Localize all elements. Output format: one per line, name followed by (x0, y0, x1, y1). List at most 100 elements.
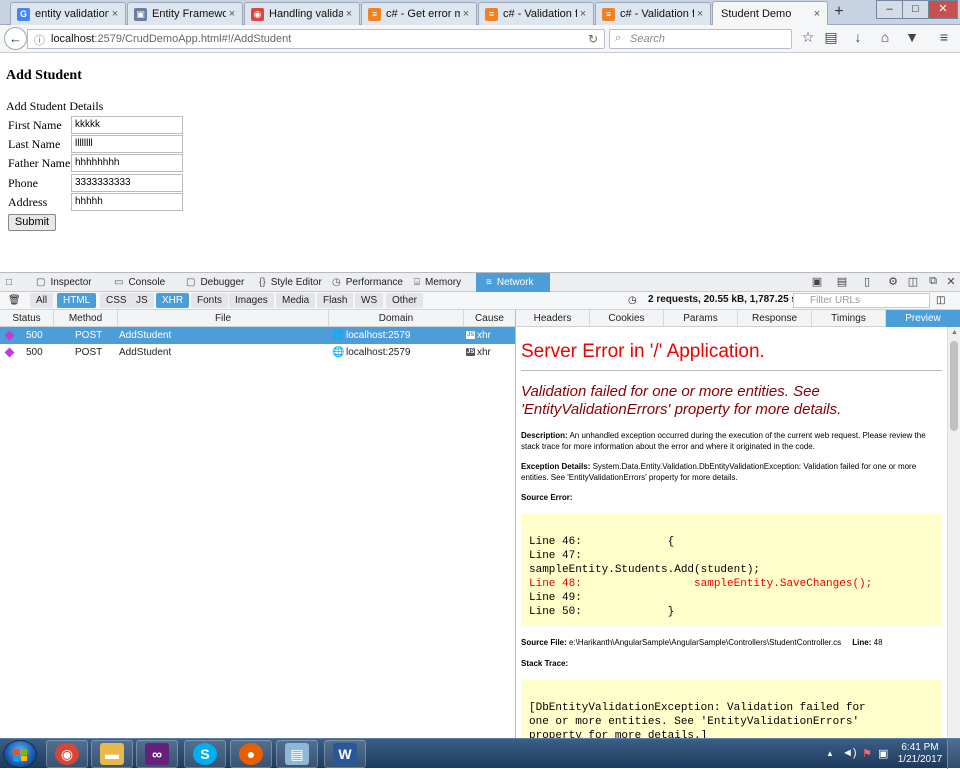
download-icon[interactable]: ↓ (848, 29, 868, 45)
debugger-icon: ▢ (186, 277, 196, 288)
back-button[interactable]: ← (4, 27, 27, 50)
taskbar-chrome[interactable]: ◉ (46, 740, 88, 768)
url-bar[interactable]: ⓘ localhost:2579/CrudDemoApp.html#!/AddS… (27, 29, 605, 49)
filter-css[interactable]: CSS (100, 293, 133, 308)
network-icon[interactable]: ▣ (878, 747, 888, 760)
close-icon[interactable]: × (109, 8, 121, 20)
filter-images[interactable]: Images (229, 293, 274, 308)
show-desktop-button[interactable] (947, 739, 960, 769)
action-center-flag-icon[interactable]: ⚑ (862, 747, 872, 760)
search-input[interactable]: ⌕ Search (609, 29, 792, 49)
stack-line: one or more entities. See 'EntityValidat… (529, 716, 860, 728)
browser-tab-active[interactable]: Student Demo × (712, 1, 828, 26)
browser-tab[interactable]: ≡ c# - Validation f... × (595, 2, 711, 25)
taskbar-skype[interactable]: S (184, 740, 226, 768)
column-cause[interactable]: Cause (464, 310, 515, 327)
reload-icon[interactable]: ↻ (588, 32, 598, 46)
phone-input[interactable]: 3333333333 (71, 174, 183, 192)
screenshot-icon[interactable]: ▯ (860, 275, 874, 288)
filter-js[interactable]: JS (130, 293, 154, 308)
browser-tab[interactable]: ▣ Entity Framewor... × (127, 2, 243, 25)
scroll-up-icon[interactable]: ▲ (951, 329, 958, 336)
column-domain[interactable]: Domain (329, 310, 464, 327)
tab-performance[interactable]: ◷ Performance (328, 273, 408, 292)
split-console-icon[interactable]: ▤ (835, 275, 849, 288)
browser-tab[interactable]: ◉ Handling validat... × (244, 2, 360, 25)
address-input[interactable]: hhhhh (71, 193, 183, 211)
line-label: Line: (852, 638, 872, 647)
close-icon[interactable]: × (226, 8, 238, 20)
submit-button[interactable]: Submit (8, 214, 56, 231)
request-row[interactable]: 500 POST AddStudent 🌐 localhost:2579 JS … (0, 327, 515, 344)
info-icon[interactable]: ⓘ (34, 32, 45, 48)
filter-flash[interactable]: Flash (317, 293, 354, 308)
home-icon[interactable]: ⌂ (875, 29, 895, 45)
column-status[interactable]: Status (0, 310, 54, 327)
tab-debugger[interactable]: ▢ Debugger (182, 273, 250, 292)
request-row[interactable]: 500 POST AddStudent 🌐 localhost:2579 JS … (0, 344, 515, 361)
taskbar-clock[interactable]: 6:41 PM 1/21/2017 (893, 742, 947, 766)
maximize-button[interactable]: □ (902, 0, 929, 19)
scrollbar-thumb[interactable] (950, 341, 958, 431)
close-icon[interactable]: × (460, 8, 472, 20)
column-file[interactable]: File (118, 310, 329, 327)
close-icon[interactable]: × (577, 8, 589, 20)
filter-ws[interactable]: WS (355, 293, 384, 308)
taskbar-firefox[interactable]: ● (230, 740, 272, 768)
url-path: :2579/CrudDemoApp.html#!/AddStudent (94, 33, 292, 45)
pocket-icon[interactable]: ▼ (902, 29, 922, 45)
last-name-input[interactable]: llllllll (71, 135, 183, 153)
browser-tab[interactable]: G entity validation ... × (10, 2, 126, 25)
minimize-button[interactable]: – (876, 0, 903, 19)
filter-xhr[interactable]: XHR (156, 293, 190, 308)
tab-headers[interactable]: Headers (516, 310, 590, 327)
tray-overflow-icon[interactable]: ▲ (826, 749, 834, 758)
new-tab-button[interactable]: + (830, 3, 848, 21)
settings-gear-icon[interactable]: ⚙ (886, 275, 900, 288)
first-name-input[interactable]: kkkkk (71, 116, 183, 134)
close-icon[interactable]: × (343, 8, 355, 20)
reading-list-icon[interactable]: ▤ (821, 29, 841, 46)
browser-tab[interactable]: ≡ c# - Get error m... × (361, 2, 477, 25)
clear-trash-icon[interactable]: 🗑 (4, 293, 25, 308)
close-icon[interactable]: × (694, 8, 706, 20)
tab-style-editor[interactable]: {} Style Editor (255, 273, 327, 292)
filter-fonts[interactable]: Fonts (191, 293, 229, 308)
responsive-mode-icon[interactable]: ▣ (810, 275, 824, 288)
filter-media[interactable]: Media (276, 293, 316, 308)
tab-network[interactable]: ≡ Network (476, 273, 550, 292)
tab-inspector[interactable]: ▢ Inspector (32, 273, 106, 292)
tab-cookies[interactable]: Cookies (590, 310, 664, 327)
tab-preview[interactable]: Preview (886, 310, 960, 327)
picker-icon: □ (6, 277, 13, 288)
start-button[interactable] (3, 740, 37, 768)
taskbar-visual-studio[interactable]: ∞ (136, 740, 178, 768)
taskbar-explorer[interactable]: ▬ (91, 740, 133, 768)
devtools-close-icon[interactable]: ✕ (944, 275, 958, 288)
bookmark-star-icon[interactable]: ☆ (798, 29, 818, 46)
filter-all[interactable]: All (30, 293, 54, 308)
tab-timings[interactable]: Timings (812, 310, 886, 327)
preview-scrollbar[interactable]: ▲ (947, 327, 960, 738)
undock-icon[interactable]: ⧉ (926, 275, 940, 288)
filter-other[interactable]: Other (386, 293, 424, 308)
tab-console[interactable]: ▭ Console (110, 273, 180, 292)
element-picker-icon[interactable]: □ (2, 273, 22, 292)
filter-html[interactable]: HTML (57, 293, 97, 308)
tab-memory[interactable]: ⌸ Memory (410, 273, 474, 292)
taskbar-word[interactable]: W (324, 740, 366, 768)
close-icon[interactable]: × (811, 8, 823, 20)
taskbar-notepad[interactable]: ▤ (276, 740, 318, 768)
volume-icon[interactable]: ◄) (842, 747, 857, 759)
form-row-last-name: Last Name llllllll (8, 135, 183, 153)
dock-side-icon[interactable]: ◫ (906, 275, 920, 288)
toggle-sidebar-icon[interactable]: ◫ (936, 293, 945, 308)
window-close-button[interactable]: ✕ (928, 0, 958, 19)
father-name-input[interactable]: hhhhhhhh (71, 154, 183, 172)
tab-params[interactable]: Params (664, 310, 738, 327)
filter-urls-input[interactable]: Filter URLs (793, 293, 930, 308)
menu-icon[interactable]: ≡ (934, 29, 954, 45)
column-method[interactable]: Method (54, 310, 118, 327)
tab-response[interactable]: Response (738, 310, 812, 327)
browser-tab[interactable]: ≡ c# - Validation f... × (478, 2, 594, 25)
